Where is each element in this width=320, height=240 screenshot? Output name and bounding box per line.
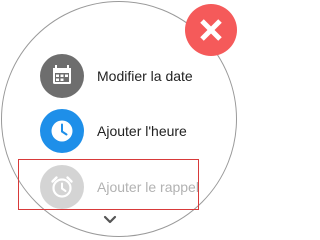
menu-item-add-reminder[interactable]: Ajouter le rappel — [40, 165, 210, 209]
clock-icon-circle — [40, 109, 84, 153]
close-button[interactable] — [185, 4, 237, 56]
clock-icon — [51, 120, 73, 142]
calendar-icon-circle — [40, 54, 84, 98]
menu-item-label: Modifier la date — [97, 68, 193, 84]
menu-item-add-time[interactable]: Ajouter l'heure — [40, 109, 210, 153]
alarm-clock-icon — [51, 176, 73, 198]
close-icon — [200, 19, 222, 41]
alarm-clock-icon-circle — [40, 165, 84, 209]
menu-item-label: Ajouter le rappel — [97, 179, 199, 195]
calendar-icon — [53, 65, 71, 84]
chevron-down-icon — [103, 215, 117, 224]
menu-item-label: Ajouter l'heure — [97, 123, 187, 139]
menu-item-modify-date[interactable]: Modifier la date — [40, 54, 210, 98]
scroll-down-button[interactable] — [103, 212, 117, 230]
